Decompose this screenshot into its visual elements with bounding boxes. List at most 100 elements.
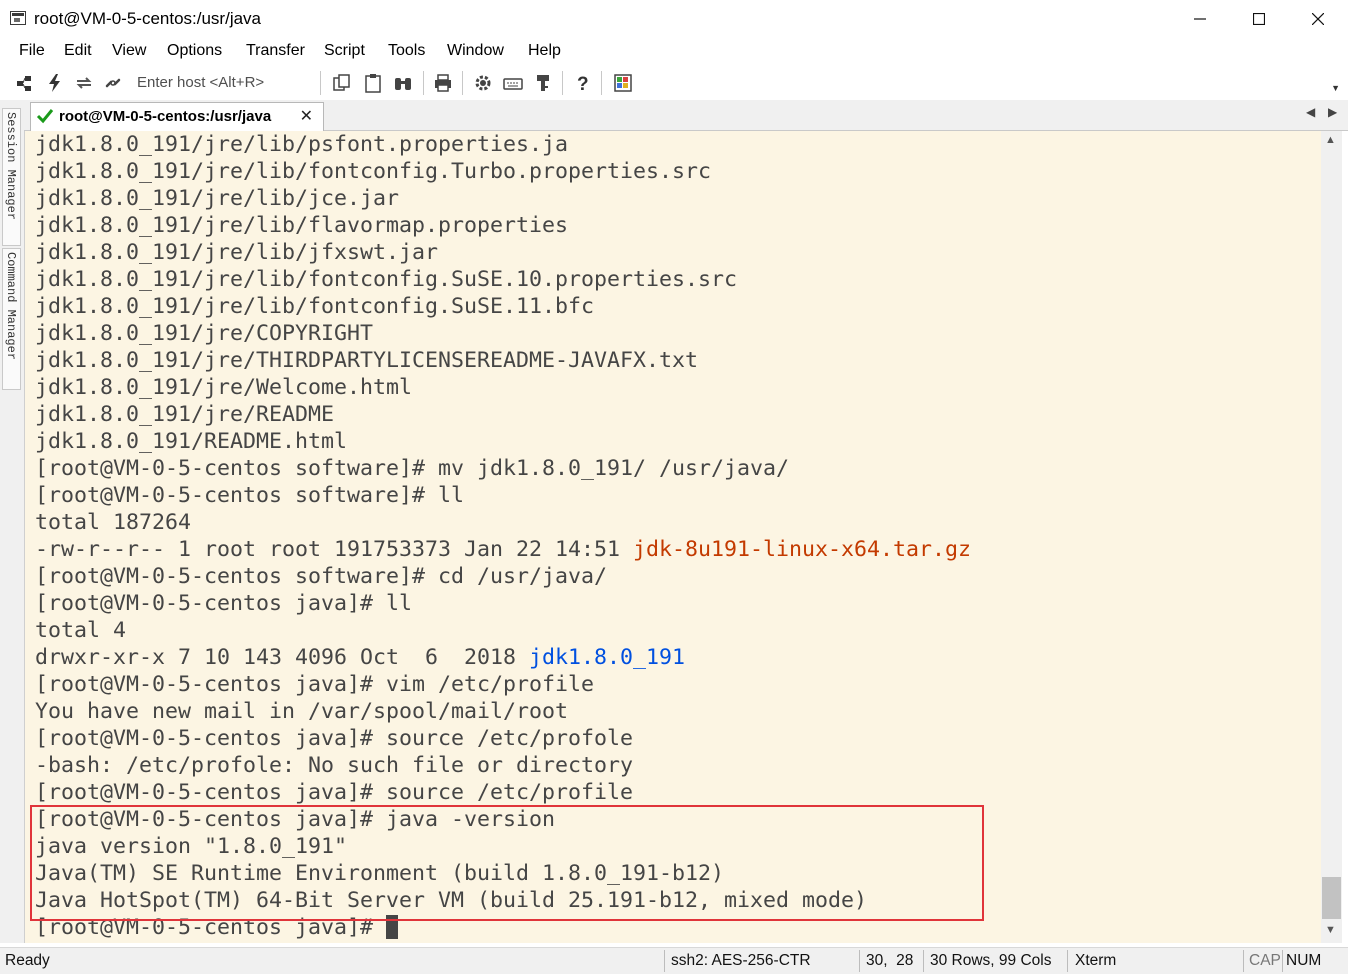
quick-connect-button[interactable] [44,72,66,94]
menu-view[interactable]: View [112,42,146,60]
status-terminal-type: Xterm [1075,952,1117,969]
disconnect-icon [105,78,121,88]
app-icon [10,11,26,25]
toolbar-dropdown-icon[interactable]: ▼ [1331,83,1340,93]
session-options-button[interactable] [472,72,494,94]
sftp-button[interactable] [532,72,554,94]
find-button[interactable] [392,72,414,94]
menu-options[interactable]: Options [167,42,222,60]
terminal-line: jdk1.8.0_191/jre/lib/flavormap.propertie… [35,213,569,238]
tab-scroll-left-icon[interactable]: ◀ [1306,105,1315,119]
session-manager-label: Session Manager [4,112,18,221]
session-tab[interactable]: root@VM-0-5-centos:/usr/java ✕ [30,102,324,131]
key-icon [537,75,549,91]
status-separator [1067,950,1068,972]
printer-icon [435,74,451,92]
scrollbar-thumb[interactable] [1322,877,1341,919]
toolbar-separator [562,71,563,95]
tab-scroll-right-icon[interactable]: ▶ [1328,105,1337,119]
title-bar: root@VM-0-5-centos:/usr/java [0,0,1348,38]
status-num-lock: NUM [1286,952,1322,969]
command-manager-label: Command Manager [4,252,18,361]
print-button[interactable] [432,72,454,94]
terminal-line: jdk1.8.0_191/jre/lib/psfont.properties.j… [35,132,569,157]
menu-tools[interactable]: Tools [388,42,425,60]
menu-help[interactable]: Help [528,42,561,60]
session-tab-label: root@VM-0-5-centos:/usr/java [59,108,272,125]
paste-button[interactable] [362,72,384,94]
terminal-line: [root@VM-0-5-centos software]# cd /usr/j… [35,564,608,589]
terminal-line: jdk1.8.0_191/jre/COPYRIGHT [35,321,374,346]
copy-icon [333,74,350,91]
status-separator [1282,950,1283,972]
disconnect-button[interactable] [102,72,124,94]
terminal-line: [root@VM-0-5-centos java]# source /etc/p… [35,780,634,805]
status-ready: Ready [5,952,50,969]
toolbar: ? ▼ [0,65,1348,100]
connect-button[interactable] [14,72,36,94]
terminal-line: jdk1.8.0_191/jre/Welcome.html [35,375,413,400]
terminal-line: jdk1.8.0_191/jre/lib/jfxswt.jar [35,240,439,265]
menu-window[interactable]: Window [447,42,504,60]
status-separator [859,950,860,972]
menu-bar: File Edit View Options Transfer Script T… [0,38,1348,65]
maximize-button[interactable] [1229,0,1289,38]
status-bar: Ready ssh2: AES-256-CTR 30, 28 30 Rows, … [0,947,1348,974]
vertical-scrollbar[interactable]: ▲ ▼ [1321,131,1342,943]
menu-transfer[interactable]: Transfer [246,42,305,60]
status-cipher: ssh2: AES-256-CTR [671,952,811,969]
terminal-line: [root@VM-0-5-centos software]# ll [35,483,465,508]
minimize-button[interactable] [1170,0,1230,38]
maximize-icon [1253,13,1265,25]
check-icon [36,109,54,124]
dir-listing-prefix: drwxr-xr-x 7 10 143 4096 Oct 6 2018 [35,645,530,670]
help-button[interactable]: ? [572,72,594,94]
reconnect-icon [76,77,92,89]
screen-button[interactable] [612,72,634,94]
scroll-down-icon[interactable]: ▼ [1325,924,1336,936]
terminal-line: [root@VM-0-5-centos java]# vim /etc/prof… [35,672,595,697]
reconnect-button[interactable] [73,72,95,94]
session-manager-tab[interactable]: Session Manager [2,108,21,246]
minimize-icon [1194,18,1206,20]
question-icon: ? [577,74,589,93]
terminal-line: jdk1.8.0_191/jre/lib/fontconfig.Turbo.pr… [35,159,712,184]
archive-file-name: jdk-8u191-linux-x64.tar.gz [633,537,972,562]
menu-file[interactable]: File [19,42,45,60]
file-listing-prefix: -rw-r--r-- 1 root root 191753373 Jan 22 … [35,537,634,562]
copy-button[interactable] [331,72,353,94]
window-title: root@VM-0-5-centos:/usr/java [34,9,262,28]
gear-icon [475,75,491,91]
tab-close-icon[interactable]: ✕ [300,106,313,126]
status-separator [923,950,924,972]
status-caps-lock: CAP [1249,952,1281,969]
command-manager-tab[interactable]: Command Manager [2,248,21,390]
svg-text:?: ? [577,74,589,93]
toolbar-separator [320,71,321,95]
keymap-button[interactable] [502,72,524,94]
highlight-box [30,805,984,921]
toolbar-separator [423,71,424,95]
terminal-line: You have new mail in /var/spool/mail/roo… [35,699,569,724]
binoculars-icon [395,78,411,90]
connect-icon [17,76,31,91]
scroll-up-icon[interactable]: ▲ [1325,134,1336,146]
sidebar: Session Manager Command Manager [0,100,25,943]
status-terminal-size: 30 Rows, 99 Cols [930,952,1052,969]
status-cursor-position: 30, 28 [866,952,914,969]
close-icon [1312,13,1324,25]
close-button[interactable] [1288,0,1348,38]
terminal-line: total 187264 [35,510,192,535]
lightning-icon [49,74,60,92]
paste-icon [365,74,381,93]
toolbar-separator [462,71,463,95]
host-input[interactable] [131,70,311,94]
terminal-line: [root@VM-0-5-centos software]# mv jdk1.8… [35,456,790,481]
menu-script[interactable]: Script [324,42,365,60]
monitor-icon [614,74,632,92]
terminal-line: jdk1.8.0_191/jre/README [35,402,335,427]
directory-name: jdk1.8.0_191 [529,645,686,670]
menu-edit[interactable]: Edit [64,42,92,60]
terminal-line: [root@VM-0-5-centos java]# ll [35,591,413,616]
status-separator [1243,950,1244,972]
